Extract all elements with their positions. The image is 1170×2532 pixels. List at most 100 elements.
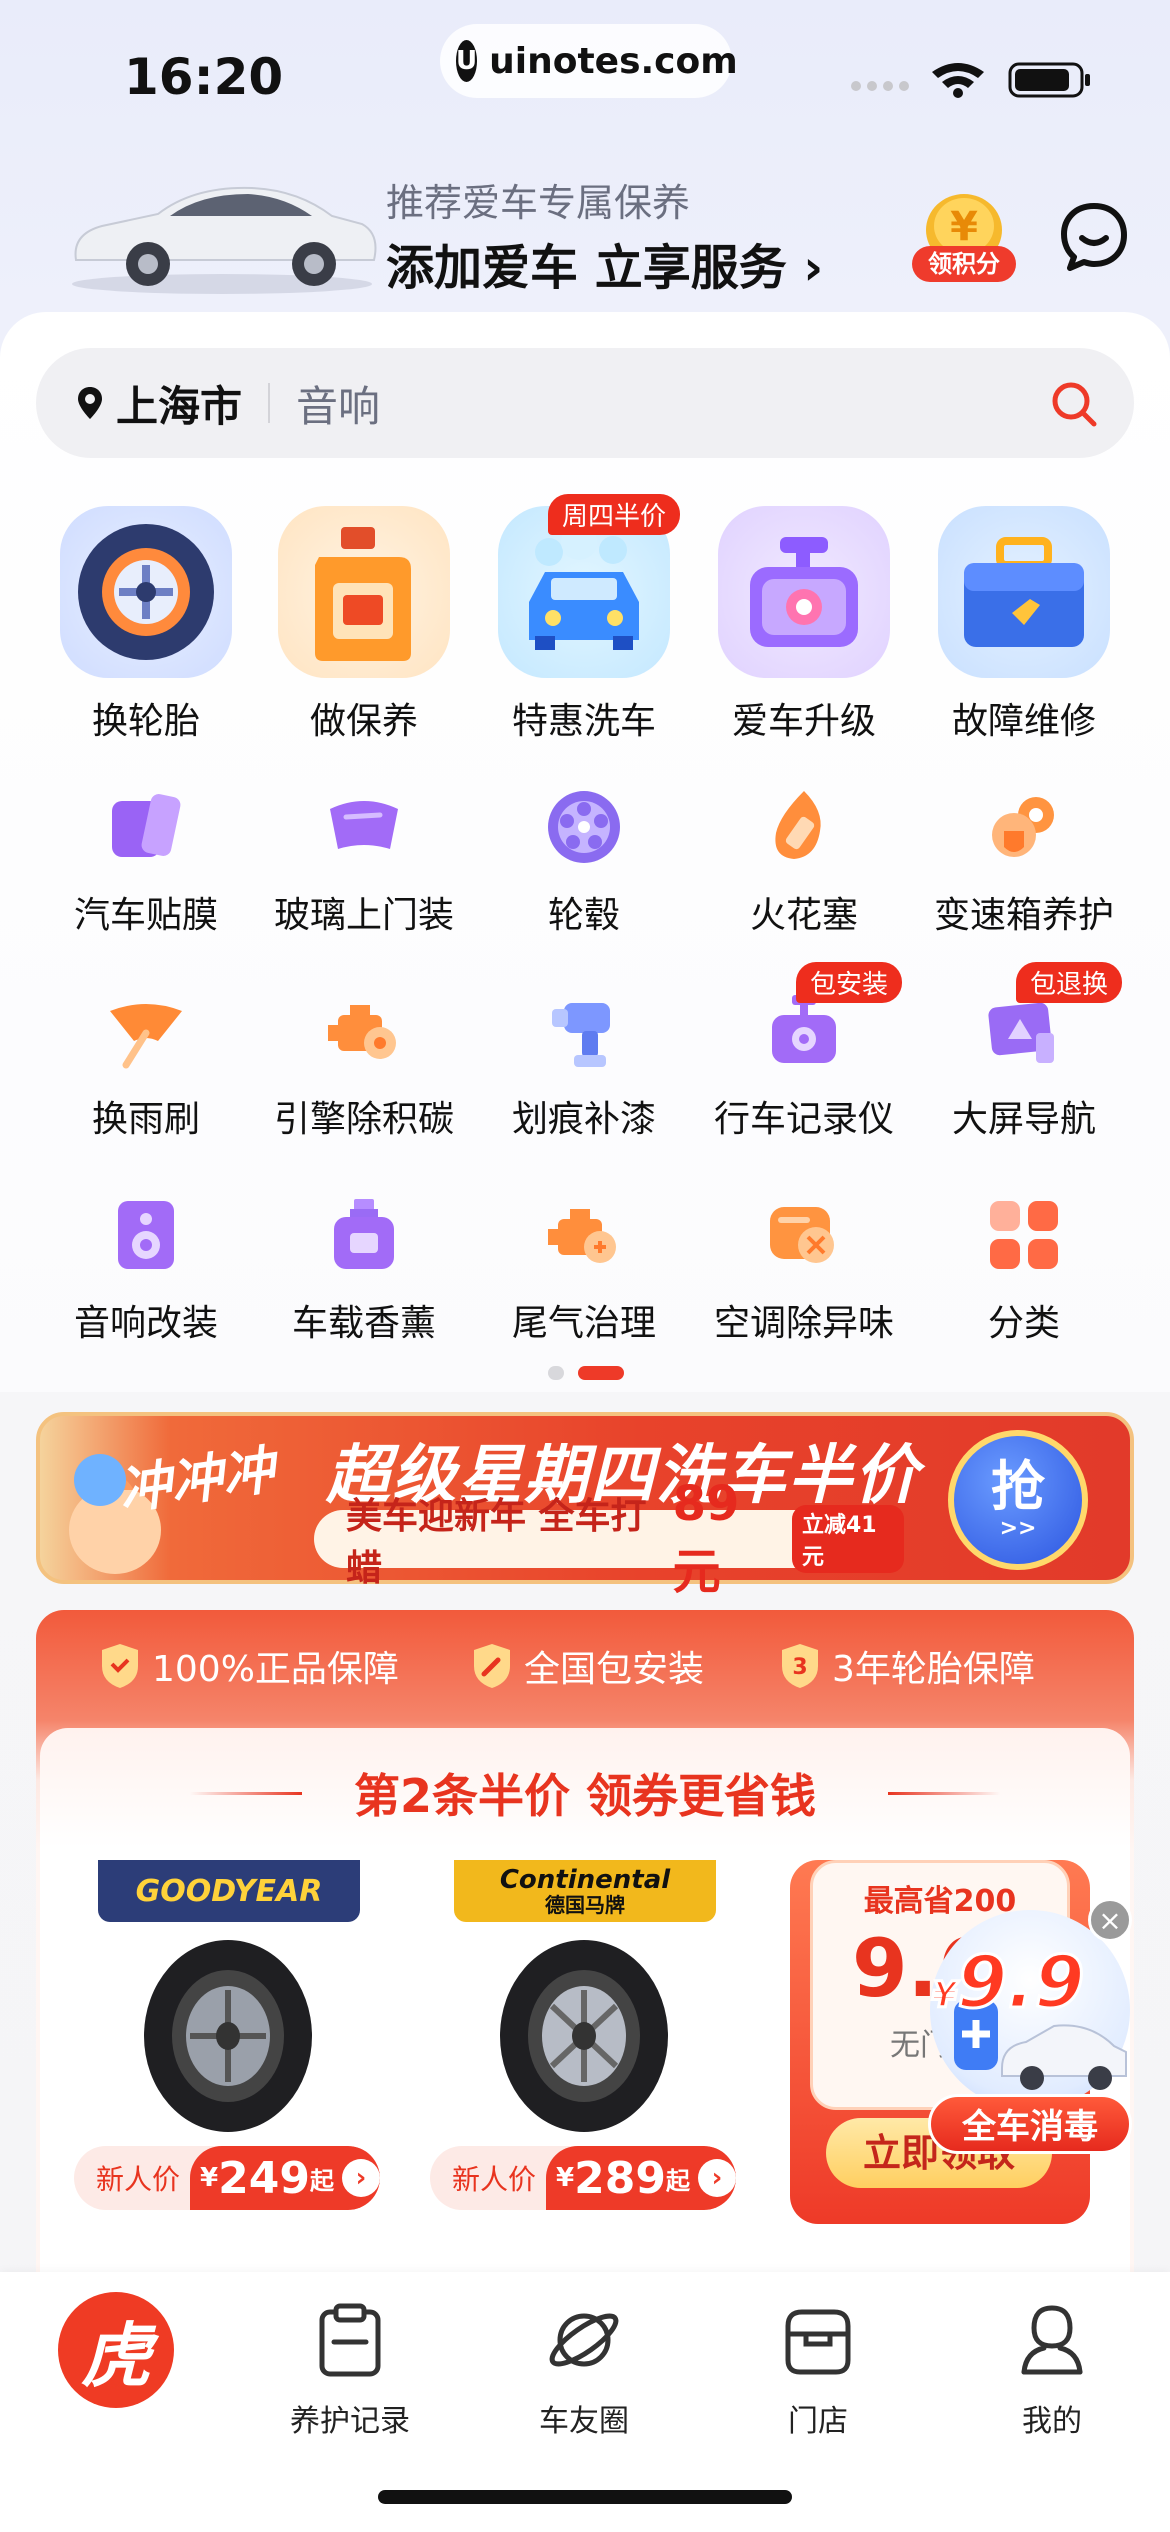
tire-product-card[interactable]: GOODYEAR 新人价 ¥ 249 起 › bbox=[62, 1860, 394, 2236]
service-car-wash[interactable]: 特惠洗车 bbox=[474, 506, 694, 744]
service-label: 轮毂 bbox=[547, 895, 620, 936]
continental-brand-name: Continental bbox=[499, 1864, 671, 1895]
goodyear-logo: GOODYEAR bbox=[98, 1860, 360, 1922]
service-badge: 周四半价 bbox=[548, 494, 681, 535]
service-car-film[interactable]: 汽车贴膜 bbox=[36, 782, 256, 938]
price-currency: ¥ bbox=[556, 2163, 575, 2193]
service-carbon-clean[interactable]: 引擎除积碳 bbox=[254, 986, 474, 1142]
tab-label: 我的 bbox=[1022, 2404, 1082, 2439]
exhaust-icon bbox=[539, 1190, 629, 1280]
speaker-icon bbox=[101, 1190, 191, 1280]
tab-car-friends[interactable]: 车友圈 bbox=[494, 2300, 674, 2440]
home-indicator[interactable] bbox=[378, 2490, 792, 2504]
points-label[interactable]: 领积分 bbox=[912, 246, 1016, 282]
tab-label: 门店 bbox=[788, 2404, 848, 2439]
floating-promo-price: ¥9.9 bbox=[930, 1939, 1087, 2026]
price-value: 249 bbox=[218, 2152, 310, 2204]
city-selector[interactable]: 上海市 bbox=[116, 373, 242, 434]
service-wiper[interactable]: 换雨刷 bbox=[36, 986, 256, 1142]
service-label: 换雨刷 bbox=[91, 1099, 200, 1140]
tire-product-card[interactable]: Continental 德国马牌 新人价 ¥ 289 起 › bbox=[418, 1860, 750, 2236]
dashcam-upgrade-icon bbox=[718, 506, 890, 678]
price-value-box: ¥ 249 起 › bbox=[190, 2146, 380, 2210]
price-value: 289 bbox=[574, 2152, 666, 2204]
tab-stores[interactable]: 门店 bbox=[728, 2300, 908, 2440]
tire-image bbox=[144, 1940, 312, 2132]
svg-text:3: 3 bbox=[792, 1655, 807, 1680]
store-icon bbox=[785, 2309, 851, 2375]
service-perfume[interactable]: 车载香薰 bbox=[254, 1190, 474, 1346]
home-tab[interactable]: 虎 bbox=[58, 2292, 174, 2408]
service-audio[interactable]: 音响改装 bbox=[36, 1190, 256, 1346]
arrow-right-icon: › bbox=[698, 2159, 736, 2197]
spark-plug-icon bbox=[759, 782, 849, 872]
url-text: uinotes.com bbox=[489, 40, 738, 82]
floating-promo-label[interactable]: 全车消毒 bbox=[928, 2094, 1132, 2154]
tab-maintenance-records[interactable]: 养护记录 bbox=[260, 2300, 440, 2440]
gearbox-icon bbox=[979, 782, 1069, 872]
floating-promo-price-value: 9.9 bbox=[956, 1939, 1087, 2026]
service-scratch-paint[interactable]: 划痕补漆 bbox=[474, 986, 694, 1142]
service-dashcam[interactable]: 行车记录仪 bbox=[694, 986, 914, 1142]
guarantee-label: 全国包安装 bbox=[524, 1649, 705, 1690]
tab-mine[interactable]: 我的 bbox=[962, 2300, 1142, 2440]
service-exhaust[interactable]: 尾气治理 bbox=[474, 1190, 694, 1346]
guarantee-authentic: 100%正品保障 bbox=[98, 1640, 399, 1692]
coin-symbol: ¥ bbox=[950, 204, 978, 250]
ac-deodorize-icon bbox=[759, 1190, 849, 1280]
uinotes-logo-icon: U bbox=[456, 40, 478, 82]
signal-icon bbox=[851, 81, 909, 91]
clipboard-icon bbox=[319, 2303, 381, 2377]
service-gearbox[interactable]: 变速箱养护 bbox=[914, 782, 1134, 938]
page-indicator bbox=[548, 1366, 624, 1380]
grab-button[interactable]: 抢 >> bbox=[948, 1430, 1088, 1570]
service-spark-plug[interactable]: 火花塞 bbox=[694, 782, 914, 938]
engine-clean-icon bbox=[319, 986, 409, 1076]
service-ac-deodorize[interactable]: 空调除异味 bbox=[694, 1190, 914, 1346]
service-label: 空调除异味 bbox=[713, 1303, 894, 1344]
service-change-tire[interactable]: 换轮胎 bbox=[36, 506, 256, 744]
add-car-link[interactable]: 添加爱车 立享服务 › bbox=[386, 228, 823, 298]
service-wheel-hub[interactable]: 轮毂 bbox=[474, 782, 694, 938]
wheel-hub-icon bbox=[539, 782, 629, 872]
car-illustration[interactable] bbox=[62, 168, 382, 296]
tire-section-title: 第2条半价 领券更省钱 bbox=[353, 1769, 817, 1823]
tab-label: 车友圈 bbox=[539, 2404, 629, 2439]
status-indicators bbox=[851, 62, 1090, 98]
banner-sub-text: 美车迎新年 全车打蜡 bbox=[346, 1496, 647, 1589]
status-time: 16:20 bbox=[124, 48, 284, 106]
price-tag: 新人价 ¥ 249 起 › bbox=[74, 2146, 380, 2210]
price-suffix: 起 bbox=[310, 2166, 334, 2195]
search-input[interactable]: 音响 bbox=[296, 373, 380, 434]
service-maintenance[interactable]: 做保养 bbox=[254, 506, 474, 744]
banner-save-badge: 立减41元 bbox=[791, 1505, 905, 1573]
tire-image bbox=[500, 1940, 668, 2132]
service-label: 尾气治理 bbox=[511, 1303, 656, 1344]
service-label: 分类 bbox=[987, 1303, 1060, 1344]
service-label: 行车记录仪 bbox=[713, 1099, 894, 1140]
service-label: 做保养 bbox=[309, 701, 418, 742]
service-nav-screen[interactable]: 大屏导航 bbox=[914, 986, 1134, 1142]
search-bar[interactable]: 上海市 音响 bbox=[36, 348, 1134, 458]
banner-price: 89元 bbox=[672, 1476, 740, 1600]
guarantee-label: 100%正品保障 bbox=[152, 1649, 399, 1690]
service-label: 故障维修 bbox=[951, 701, 1096, 742]
service-label: 变速箱养护 bbox=[933, 895, 1114, 936]
wrench-shield-icon bbox=[474, 1644, 510, 1688]
paint-gun-icon bbox=[539, 986, 629, 1076]
message-icon[interactable] bbox=[1058, 200, 1130, 272]
service-label: 玻璃上门装 bbox=[273, 895, 454, 936]
service-car-upgrade[interactable]: 爱车升级 bbox=[694, 506, 914, 744]
new-user-price-label: 新人价 bbox=[96, 2163, 181, 2196]
tire-icon bbox=[60, 506, 232, 678]
planet-icon bbox=[549, 2313, 619, 2367]
service-label: 划痕补漆 bbox=[511, 1099, 656, 1140]
service-repair[interactable]: 故障维修 bbox=[914, 506, 1134, 744]
search-icon[interactable] bbox=[1050, 380, 1098, 428]
service-label: 音响改装 bbox=[73, 1303, 218, 1344]
service-glass[interactable]: 玻璃上门装 bbox=[254, 782, 474, 938]
header-subtitle: 推荐爱车专属保养 bbox=[386, 181, 691, 225]
url-pill[interactable]: U uinotes.com bbox=[440, 24, 738, 98]
close-icon[interactable]: × bbox=[1088, 1898, 1132, 1942]
service-category[interactable]: 分类 bbox=[914, 1190, 1134, 1346]
